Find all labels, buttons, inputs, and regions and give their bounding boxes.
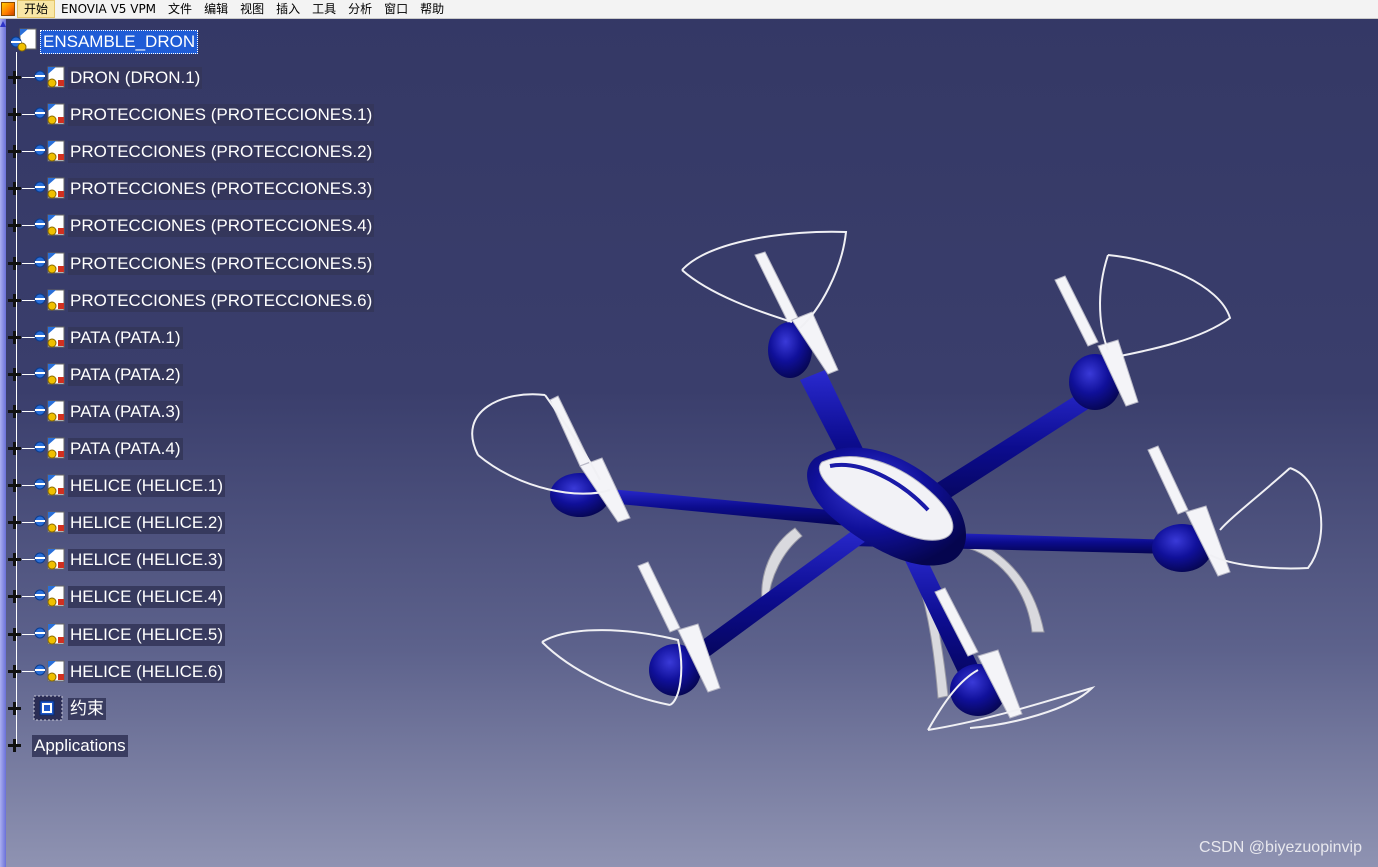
tree-node-label: HELICE (HELICE.3) (68, 549, 226, 571)
product-icon (34, 363, 65, 385)
tree-node-product[interactable]: PROTECCIONES (PROTECCIONES.4) (8, 214, 376, 238)
tree-node-label: HELICE (HELICE.2) (68, 512, 226, 534)
root-product-icon[interactable] (6, 27, 40, 53)
product-icon (34, 140, 65, 162)
constraints-label: 约束 (68, 698, 106, 720)
product-icon (34, 474, 65, 496)
tree-node-label: HELICE (HELICE.6) (68, 661, 226, 683)
drone-3d-model[interactable] (430, 200, 1378, 760)
tree-node-label: DRON (DRON.1) (68, 67, 203, 89)
tree-node-label: PROTECCIONES (PROTECCIONES.2) (68, 141, 375, 163)
tree-node-product[interactable]: PROTECCIONES (PROTECCIONES.2) (8, 140, 376, 164)
product-icon (34, 660, 65, 682)
plus-expand-icon[interactable] (8, 108, 21, 121)
plus-expand-icon[interactable] (8, 628, 21, 641)
plus-expand-icon[interactable] (8, 702, 21, 715)
tree-node-product[interactable]: HELICE (HELICE.6) (8, 660, 376, 684)
tree-node-label: HELICE (HELICE.1) (68, 475, 226, 497)
product-icon (34, 66, 65, 88)
tree-node-label: PROTECCIONES (PROTECCIONES.1) (68, 104, 375, 126)
tree-node-product[interactable]: PROTECCIONES (PROTECCIONES.6) (8, 289, 376, 313)
plus-expand-icon[interactable] (8, 479, 21, 492)
tree-node-label: HELICE (HELICE.5) (68, 624, 226, 646)
plus-expand-icon[interactable] (8, 516, 21, 529)
constraints-icon (33, 695, 63, 721)
plus-expand-icon[interactable] (8, 182, 21, 195)
plus-expand-icon[interactable] (8, 294, 21, 307)
plus-expand-icon[interactable] (8, 442, 21, 455)
product-icon (34, 623, 65, 645)
tree-node-label: PROTECCIONES (PROTECCIONES.5) (68, 253, 375, 275)
tree-node-constraints[interactable]: 约束 (8, 695, 136, 721)
plus-expand-icon[interactable] (8, 219, 21, 232)
plus-expand-icon[interactable] (8, 405, 21, 418)
plus-expand-icon[interactable] (8, 739, 21, 752)
tree-node-product[interactable]: DRON (DRON.1) (8, 66, 376, 90)
tree-node-product[interactable]: PATA (PATA.3) (8, 400, 376, 424)
tree-node-label: HELICE (HELICE.4) (68, 586, 226, 608)
product-icon (34, 252, 65, 274)
product-icon (34, 214, 65, 236)
tree-node-product[interactable]: HELICE (HELICE.4) (8, 585, 376, 609)
tree-node-product[interactable]: PATA (PATA.1) (8, 326, 376, 350)
plus-expand-icon[interactable] (8, 368, 21, 381)
product-icon (34, 437, 65, 459)
tree-node-product[interactable]: HELICE (HELICE.2) (8, 511, 376, 535)
tree-node-product[interactable]: HELICE (HELICE.1) (8, 474, 376, 498)
product-icon (34, 585, 65, 607)
specification-tree: ENSAMBLE_DRON DRON (DRON.1) PROTECCIONES … (0, 0, 420, 867)
tree-node-label: PROTECCIONES (PROTECCIONES.3) (68, 178, 375, 200)
product-icon (34, 326, 65, 348)
plus-expand-icon[interactable] (8, 553, 21, 566)
applications-label: Applications (32, 735, 128, 757)
plus-expand-icon[interactable] (8, 665, 21, 678)
tree-node-product[interactable]: HELICE (HELICE.5) (8, 623, 376, 647)
tree-node-label: PROTECCIONES (PROTECCIONES.6) (68, 290, 375, 312)
plus-expand-icon[interactable] (8, 145, 21, 158)
plus-expand-icon[interactable] (8, 257, 21, 270)
tree-node-applications[interactable]: Applications (8, 734, 156, 758)
plus-expand-icon[interactable] (8, 331, 21, 344)
tree-node-label: PATA (PATA.4) (68, 438, 183, 460)
product-icon (34, 400, 65, 422)
tree-node-product[interactable]: PROTECCIONES (PROTECCIONES.1) (8, 103, 376, 127)
plus-expand-icon[interactable] (8, 590, 21, 603)
product-icon (34, 548, 65, 570)
tree-node-product[interactable]: PATA (PATA.4) (8, 437, 376, 461)
product-icon (34, 511, 65, 533)
plus-expand-icon[interactable] (8, 71, 21, 84)
tree-node-product[interactable]: PROTECCIONES (PROTECCIONES.5) (8, 252, 376, 276)
product-icon (34, 103, 65, 125)
tree-node-product[interactable]: PROTECCIONES (PROTECCIONES.3) (8, 177, 376, 201)
root-product-label[interactable]: ENSAMBLE_DRON (40, 30, 199, 54)
tree-node-label: PATA (PATA.3) (68, 401, 183, 423)
tree-node-product[interactable]: PATA (PATA.2) (8, 363, 376, 387)
tree-node-label: PROTECCIONES (PROTECCIONES.4) (68, 215, 375, 237)
product-icon (34, 177, 65, 199)
tree-node-label: PATA (PATA.2) (68, 364, 183, 386)
watermark: CSDN @biyezuopinvip (1199, 839, 1362, 856)
tree-node-label: PATA (PATA.1) (68, 327, 183, 349)
product-icon (34, 289, 65, 311)
tree-node-product[interactable]: HELICE (HELICE.3) (8, 548, 376, 572)
